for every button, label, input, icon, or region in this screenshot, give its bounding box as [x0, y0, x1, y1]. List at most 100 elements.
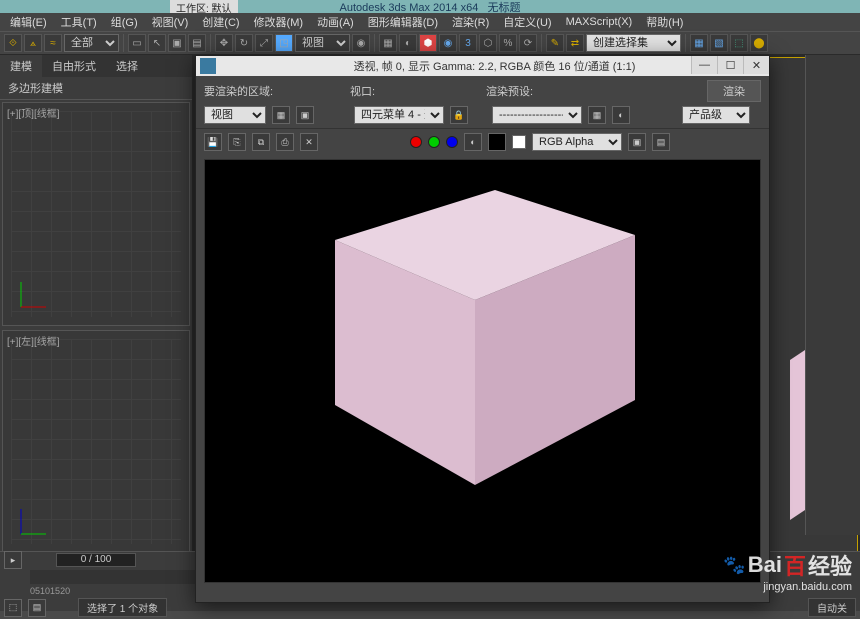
scale-icon[interactable]: ⤢: [255, 34, 273, 52]
mono-icon[interactable]: ◐: [464, 133, 482, 151]
menu-tools[interactable]: 工具(T): [55, 13, 103, 31]
title-text: Autodesk 3ds Max 2014 x64: [340, 2, 479, 14]
cursor-icon[interactable]: ↖: [148, 34, 166, 52]
preset-label: 渲染预设:: [486, 83, 621, 99]
clear-icon[interactable]: ✕: [300, 133, 318, 151]
subtab-poly[interactable]: 多边形建模: [0, 77, 192, 100]
wm-url: jingyan.baidu.com: [723, 581, 852, 593]
render-title: 透视, 帧 0, 显示 Gamma: 2.2, RGBA 颜色 16 位/通道 …: [220, 58, 769, 74]
unlink-icon[interactable]: ⟑: [24, 34, 42, 52]
selection-status: 选择了 1 个对象: [78, 598, 167, 617]
isolate-icon[interactable]: ◉: [439, 34, 457, 52]
menu-graph[interactable]: 图形编辑器(D): [362, 13, 444, 31]
save-icon[interactable]: 💾: [204, 133, 222, 151]
named-set-dropdown[interactable]: 创建选择集: [586, 34, 681, 52]
listener-icon[interactable]: ▤: [28, 599, 46, 617]
snap-icon[interactable]: ⬢: [419, 34, 437, 52]
region-icon[interactable]: ▤: [188, 34, 206, 52]
close-button[interactable]: ✕: [743, 56, 769, 74]
menu-help[interactable]: 帮助(H): [640, 13, 689, 31]
manipulate-icon[interactable]: ◐: [399, 34, 417, 52]
alpha-black-icon[interactable]: [488, 133, 506, 151]
print-icon[interactable]: ⎙: [276, 133, 294, 151]
snap2-icon[interactable]: ⬡: [479, 34, 497, 52]
window-icon[interactable]: ▣: [168, 34, 186, 52]
maxscript-icon[interactable]: ⬚: [4, 599, 22, 617]
frame-indicator: 0 / 100: [56, 553, 136, 567]
lock-icon[interactable]: 🔒: [450, 106, 468, 124]
menu-modifiers[interactable]: 修改器(M): [248, 13, 310, 31]
viewport-dropdown[interactable]: 四元菜单 4 - 透视: [354, 106, 444, 124]
menu-rendering[interactable]: 渲染(R): [446, 13, 495, 31]
select-obj-icon[interactable]: ▦: [379, 34, 397, 52]
filter-dropdown[interactable]: 全部: [64, 34, 119, 52]
menu-create[interactable]: 创建(C): [196, 13, 245, 31]
toggle-icon1[interactable]: ▣: [628, 133, 646, 151]
ref-dropdown[interactable]: 视图: [295, 34, 350, 52]
area-auto-icon[interactable]: ▣: [296, 106, 314, 124]
layer2-icon[interactable]: ▧: [710, 34, 728, 52]
wm-text-b: 百: [784, 549, 806, 581]
copy-icon[interactable]: ⎘: [228, 133, 246, 151]
doc-name: 无标题: [487, 2, 520, 14]
menu-bar: 编辑(E) 工具(T) 组(G) 视图(V) 创建(C) 修改器(M) 动画(A…: [0, 13, 860, 31]
channel-red-icon[interactable]: [410, 136, 422, 148]
play-icon[interactable]: ▸: [4, 551, 22, 569]
channel-dropdown[interactable]: RGB Alpha: [532, 133, 622, 151]
menu-group[interactable]: 组(G): [105, 13, 144, 31]
menu-edit[interactable]: 编辑(E): [4, 13, 53, 31]
title-bar: 工作区: 默认 Autodesk 3ds Max 2014 x64 无标题: [0, 0, 860, 13]
minimize-button[interactable]: —: [691, 56, 717, 74]
render-row-2: 视图 ▦ ▣ 四元菜单 4 - 透视 🔒 -------------------…: [196, 106, 769, 128]
center-icon[interactable]: ◉: [352, 34, 370, 52]
channel-green-icon[interactable]: [428, 136, 440, 148]
preset-dropdown[interactable]: --------------------------: [492, 106, 582, 124]
product-dropdown[interactable]: 产品级: [682, 106, 750, 124]
tab-modeling[interactable]: 建模: [0, 55, 42, 77]
app-title: Autodesk 3ds Max 2014 x64 无标题: [340, 0, 521, 15]
tab-freeform[interactable]: 自由形式: [42, 55, 106, 77]
wave-icon[interactable]: ≈: [44, 34, 62, 52]
link-icon[interactable]: ⟐: [4, 34, 22, 52]
rotate-icon[interactable]: ↻: [235, 34, 253, 52]
axis-icon[interactable]: ◳: [275, 34, 293, 52]
workspace-label: 工作区: 默认: [170, 0, 238, 13]
tick-15: 15: [50, 586, 60, 596]
axis-gizmo-icon: [11, 504, 51, 544]
mirror-icon[interactable]: ⇄: [566, 34, 584, 52]
render-button[interactable]: 渲染: [707, 80, 761, 102]
percent-icon[interactable]: %: [499, 34, 517, 52]
material-icon[interactable]: ⬤: [750, 34, 768, 52]
layer1-icon[interactable]: ▦: [690, 34, 708, 52]
viewport-top[interactable]: [+][顶][线框]: [2, 102, 190, 326]
channel-blue-icon[interactable]: [446, 136, 458, 148]
tab-select[interactable]: 选择: [106, 55, 148, 77]
maximize-button[interactable]: ☐: [717, 56, 743, 74]
toggle-icon2[interactable]: ▤: [652, 133, 670, 151]
bg-swatch[interactable]: [512, 135, 526, 149]
hammer-icon[interactable]: ✎: [546, 34, 564, 52]
graph-icon[interactable]: ⬚: [730, 34, 748, 52]
preset-icon1[interactable]: ▦: [588, 106, 606, 124]
spinner-icon[interactable]: ⟳: [519, 34, 537, 52]
viewport-left[interactable]: [+][左][线框]: [2, 330, 190, 554]
move-icon[interactable]: ✥: [215, 34, 233, 52]
viewport-label: 视口:: [350, 83, 480, 99]
menu-views[interactable]: 视图(V): [146, 13, 195, 31]
render-app-icon: [200, 58, 216, 74]
command-panel: 建模 自由形式 选择 多边形建模 [+][顶][线框] [+][左][线框]: [0, 55, 193, 555]
select-icon[interactable]: ▭: [128, 34, 146, 52]
render-row-1: 要渲染的区域: 视口: 渲染预设: 渲染: [196, 76, 769, 106]
render-output[interactable]: [204, 159, 761, 583]
render-row-3: 💾 ⎘ ⧉ ⎙ ✕ ◐ RGB Alpha ▣ ▤: [196, 128, 769, 155]
menu-maxscript[interactable]: MAXScript(X): [560, 15, 639, 29]
area-edit-icon[interactable]: ▦: [272, 106, 290, 124]
menu-customize[interactable]: 自定义(U): [497, 13, 557, 31]
render-frame-window: 透视, 帧 0, 显示 Gamma: 2.2, RGBA 颜色 16 位/通道 …: [195, 55, 770, 603]
clone-icon[interactable]: ⧉: [252, 133, 270, 151]
menu-animation[interactable]: 动画(A): [311, 13, 360, 31]
angle-icon[interactable]: 3: [459, 34, 477, 52]
area-dropdown[interactable]: 视图: [204, 106, 266, 124]
preset-icon2[interactable]: ◐: [612, 106, 630, 124]
autokey-status: 自动关: [808, 598, 856, 617]
